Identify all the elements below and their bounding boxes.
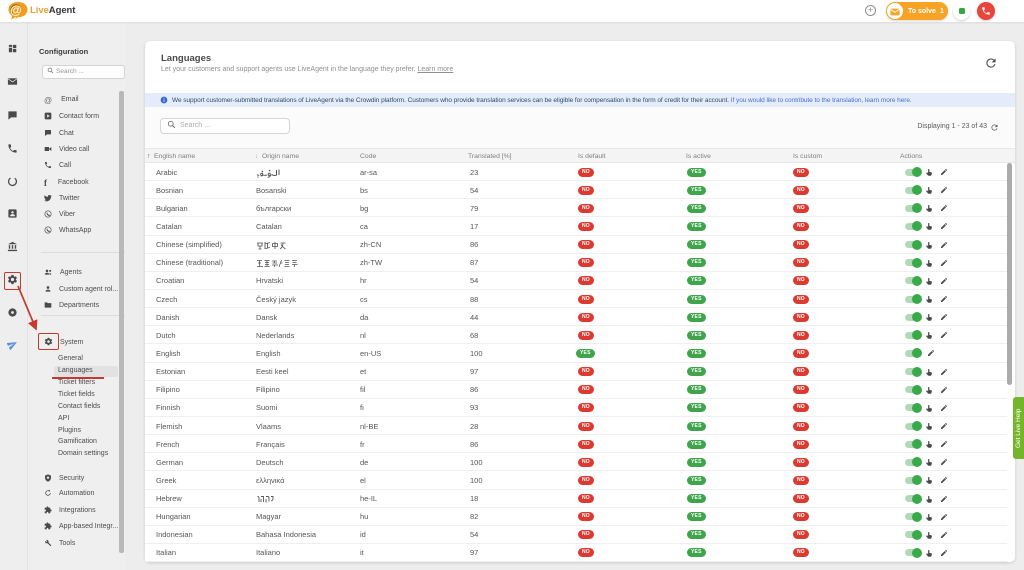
svg-text:@: @ [10,3,22,17]
